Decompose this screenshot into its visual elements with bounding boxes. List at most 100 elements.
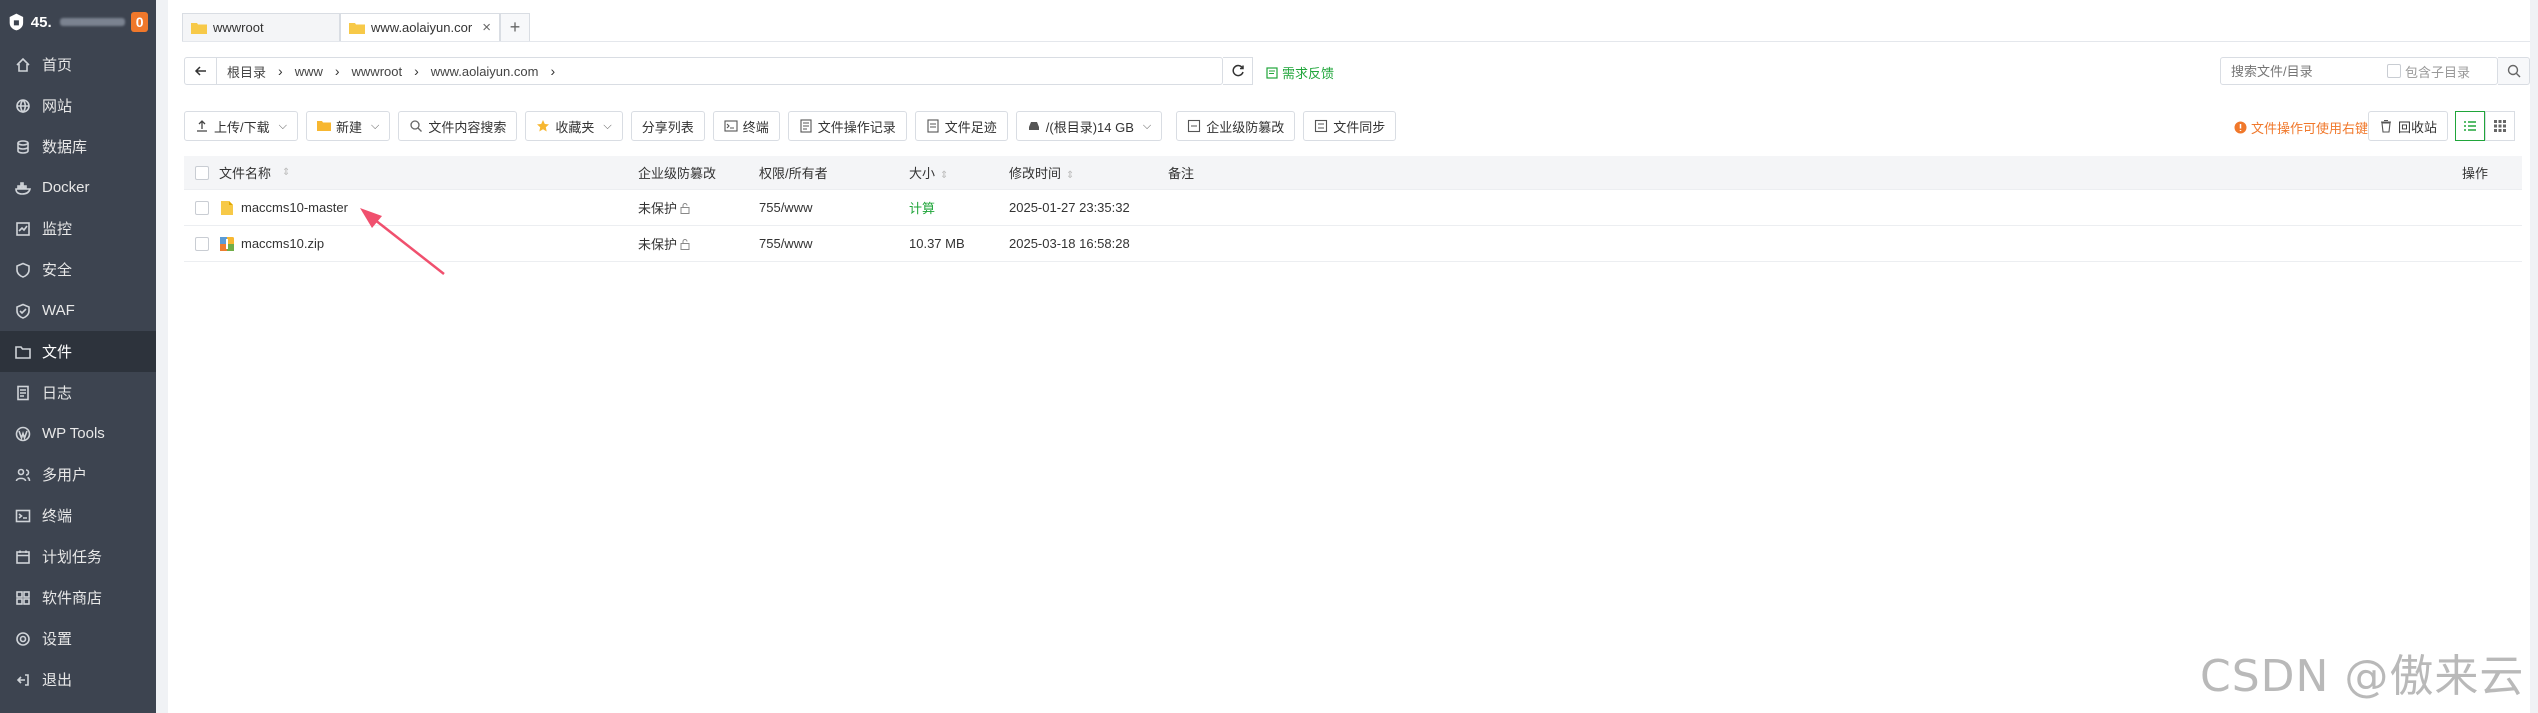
view-toggle [2455, 111, 2515, 141]
sidebar-item-4[interactable]: 监控 [0, 208, 156, 249]
file-search-box: 包含子目录 [2220, 57, 2498, 85]
sidebar-item-8[interactable]: 日志 [0, 372, 156, 413]
tab-wwwroot[interactable]: wwwroot [182, 13, 340, 41]
folder-icon [221, 200, 233, 215]
include-subdir-checkbox[interactable] [2387, 64, 2401, 78]
tamper-proof-button[interactable]: 企业级防篡改 [1176, 111, 1296, 141]
upload-download-button[interactable]: 上传/下载 ⌵ [184, 111, 298, 141]
header-mtime[interactable]: 修改时间 ⇕ [1009, 163, 1168, 182]
home-icon [14, 56, 32, 74]
include-subdir-option[interactable]: 包含子目录 [2387, 62, 2470, 81]
new-button[interactable]: 新建 ⌵ [305, 111, 391, 141]
table-row[interactable]: maccms10-master 未保护 755/www 计算 2025-01-2… [184, 190, 2522, 226]
path-bar[interactable]: 根目录 › www › wwwroot › www.aolaiyun.com › [184, 57, 1223, 85]
select-all-checkbox[interactable] [194, 165, 209, 180]
gear-icon [14, 630, 32, 648]
disk-label: /(根目录)14 GB [1045, 119, 1134, 135]
lock-icon[interactable] [679, 202, 691, 214]
sidebar-item-11[interactable]: 终端 [0, 495, 156, 536]
feedback-link[interactable]: 需求反馈 [1266, 63, 1334, 82]
sidebar-item-label: 多用户 [42, 467, 88, 484]
sidebar-item-0[interactable]: 首页 [0, 44, 156, 85]
chevron-down-icon: ⌵ [278, 119, 287, 132]
refresh-button[interactable] [1223, 57, 1253, 85]
sidebar-item-1[interactable]: 网站 [0, 85, 156, 126]
disk-button[interactable]: /(根目录)14 GB ⌵ [1015, 111, 1163, 141]
table-row[interactable]: maccms10.zip 未保护 755/www 10.37 MB 2025-0… [184, 226, 2522, 262]
upload-icon [197, 120, 207, 132]
file-name[interactable]: maccms10-master [241, 200, 348, 215]
crumb-www[interactable]: www [295, 64, 333, 79]
annotation-arrow [360, 208, 445, 275]
close-icon[interactable]: × [482, 19, 491, 36]
sidebar-item-2[interactable]: 数据库 [0, 126, 156, 167]
file-sync-button[interactable]: 文件同步 [1303, 111, 1397, 141]
tab-aolaiyun[interactable]: www.aolaiyun.cor × [340, 13, 500, 41]
sidebar-item-6[interactable]: WAF [0, 290, 156, 331]
footprint-button[interactable]: 文件足迹 [914, 111, 1008, 141]
crumb-site[interactable]: www.aolaiyun.com [431, 64, 549, 79]
file-name[interactable]: maccms10.zip [241, 236, 324, 251]
header-name[interactable]: 文件名称 ⇕ [219, 163, 638, 182]
sidebar-item-label: 退出 [42, 672, 73, 689]
back-button[interactable] [185, 58, 217, 84]
terminal-icon [724, 120, 738, 132]
sidebar-item-5[interactable]: 安全 [0, 249, 156, 290]
share-list-button[interactable]: 分享列表 [630, 111, 705, 141]
sidebar-item-label: WAF [42, 302, 75, 319]
grid-view-button[interactable] [2485, 111, 2515, 141]
wordpress-icon [14, 425, 32, 443]
sidebar-item-7[interactable]: 文件 [0, 331, 156, 372]
sidebar-item-label: WP Tools [42, 425, 105, 442]
sort-icon: ⇕ [940, 170, 949, 181]
list-view-button[interactable] [2455, 111, 2485, 141]
terminal-label: 终端 [742, 119, 769, 135]
header-op-label: 操作 [2462, 166, 2489, 181]
disk-icon [1028, 122, 1039, 130]
row-checkbox[interactable] [194, 200, 209, 215]
lock-icon[interactable] [679, 238, 691, 250]
breadcrumb: 根目录 › www › wwwroot › www.aolaiyun.com › [217, 62, 567, 81]
operation-log-button[interactable]: 文件操作记录 [787, 111, 907, 141]
sidebar-item-label: 监控 [42, 221, 73, 238]
sidebar-item-label: 日志 [42, 385, 73, 402]
sidebar-item-label: 文件 [42, 344, 73, 361]
size-calc-link[interactable]: 计算 [909, 198, 1009, 217]
search-button[interactable] [2498, 57, 2530, 85]
search-input[interactable] [2221, 63, 2381, 79]
table-header: 文件名称 ⇕ 企业级防篡改 权限/所有者 大小 ⇕ 修改时间 ⇕ 备注 操作 [184, 156, 2522, 190]
favorites-button[interactable]: 收藏夹 ⌵ [525, 111, 623, 141]
protect-status: 未保护 [638, 237, 678, 252]
perm-value[interactable]: 755/www [759, 236, 909, 251]
monitor-icon [14, 220, 32, 238]
perm-value[interactable]: 755/www [759, 200, 909, 215]
sidebar-item-3[interactable]: Docker [0, 167, 156, 208]
tab-label: wwwroot [213, 20, 264, 35]
database-icon [14, 138, 32, 156]
terminal-button[interactable]: 终端 [712, 111, 780, 141]
sidebar-item-label: 安全 [42, 262, 73, 279]
sidebar-item-9[interactable]: WP Tools [0, 413, 156, 454]
sidebar-item-label: 计划任务 [42, 549, 103, 566]
zip-archive-icon [220, 236, 234, 251]
sidebar-item-14[interactable]: 设置 [0, 618, 156, 659]
crumb-root[interactable]: 根目录 [227, 62, 276, 81]
recycle-bin-label: 回收站 [2398, 119, 2438, 135]
sidebar-item-15[interactable]: 退出 [0, 659, 156, 700]
header-size[interactable]: 大小 ⇕ [909, 163, 1009, 182]
header-protect-label: 企业级防篡改 [638, 166, 717, 181]
sidebar-item-12[interactable]: 计划任务 [0, 536, 156, 577]
sidebar-item-13[interactable]: 软件商店 [0, 577, 156, 618]
header-protect: 企业级防篡改 [638, 163, 759, 182]
add-tab-button[interactable]: + [500, 13, 530, 41]
sidebar-item-10[interactable]: 多用户 [0, 454, 156, 495]
crumb-wwwroot[interactable]: wwwroot [352, 64, 413, 79]
notification-badge[interactable]: 0 [131, 12, 148, 32]
feedback-label: 需求反馈 [1282, 66, 1335, 81]
content-search-button[interactable]: 文件内容搜索 [398, 111, 518, 141]
row-checkbox[interactable] [194, 236, 209, 251]
sidebar-item-label: 软件商店 [42, 590, 103, 607]
recycle-bin-button[interactable]: 回收站 [2368, 111, 2449, 141]
chevron-right-icon: › [414, 63, 419, 79]
favorites-label: 收藏夹 [555, 119, 595, 135]
